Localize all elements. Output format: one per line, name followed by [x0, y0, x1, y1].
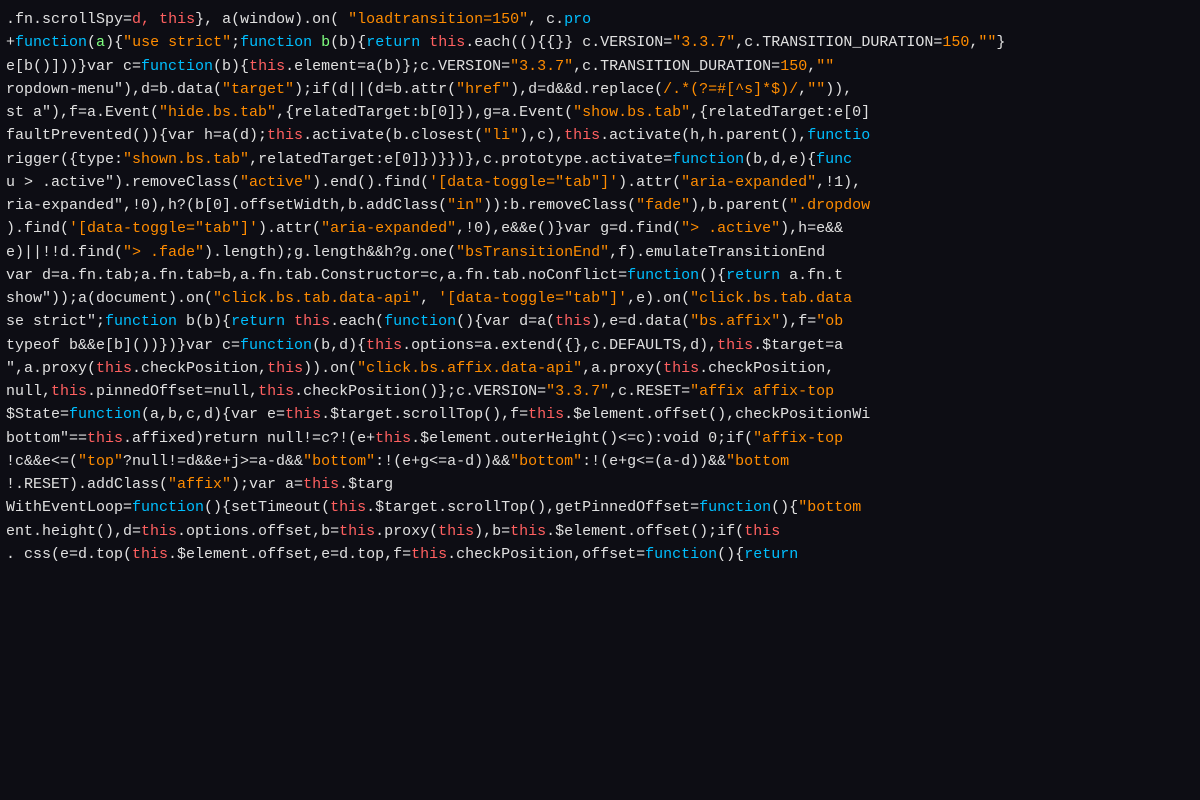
- code-line: . css(e=d.top(this.$element.offset,e=d.t…: [0, 543, 1200, 566]
- code-line: st a"),f=a.Event("hide.bs.tab",{relatedT…: [0, 101, 1200, 124]
- code-line: faultPrevented()){var h=a(d);this.activa…: [0, 124, 1200, 147]
- code-line: e)||!!d.find("> .fade").length);g.length…: [0, 241, 1200, 264]
- code-line: bottom"==this.affixed)return null!=c?!(e…: [0, 427, 1200, 450]
- code-line: null,this.pinnedOffset=null,this.checkPo…: [0, 380, 1200, 403]
- code-line: ria-expanded",!0),h?(b[0].offsetWidth,b.…: [0, 194, 1200, 217]
- code-line: e[b()]))}var c=function(b){this.element=…: [0, 55, 1200, 78]
- code-line: ",a.proxy(this.checkPosition,this)).on("…: [0, 357, 1200, 380]
- code-line: ).find('[data-toggle="tab"]').attr("aria…: [0, 217, 1200, 240]
- code-line: u > .active").removeClass("active").end(…: [0, 171, 1200, 194]
- code-line: !.RESET).addClass("affix");var a=this.$t…: [0, 473, 1200, 496]
- code-line: ent.height(),d=this.options.offset,b=thi…: [0, 520, 1200, 543]
- code-line: !c&&e<=("top"?null!=d&&e+j>=a-d&&"bottom…: [0, 450, 1200, 473]
- code-line: +function(a){"use strict";function b(b){…: [0, 31, 1200, 54]
- code-line: se strict";function b(b){return this.eac…: [0, 310, 1200, 333]
- code-line: WithEventLoop=function(){setTimeout(this…: [0, 496, 1200, 519]
- code-line: show"));a(document).on("click.bs.tab.dat…: [0, 287, 1200, 310]
- code-line: typeof b&&e[b]())})}var c=function(b,d){…: [0, 334, 1200, 357]
- code-line: .fn.scrollSpy=d, this}, a(window).on( "l…: [0, 8, 1200, 31]
- code-line: rigger({type:"shown.bs.tab",relatedTarge…: [0, 148, 1200, 171]
- code-line: ropdown-menu"),d=b.data("target");if(d||…: [0, 78, 1200, 101]
- code-line: $State=function(a,b,c,d){var e=this.$tar…: [0, 403, 1200, 426]
- code-line: var d=a.fn.tab;a.fn.tab=b,a.fn.tab.Const…: [0, 264, 1200, 287]
- code-display: .fn.scrollSpy=d, this}, a(window).on( "l…: [0, 0, 1200, 800]
